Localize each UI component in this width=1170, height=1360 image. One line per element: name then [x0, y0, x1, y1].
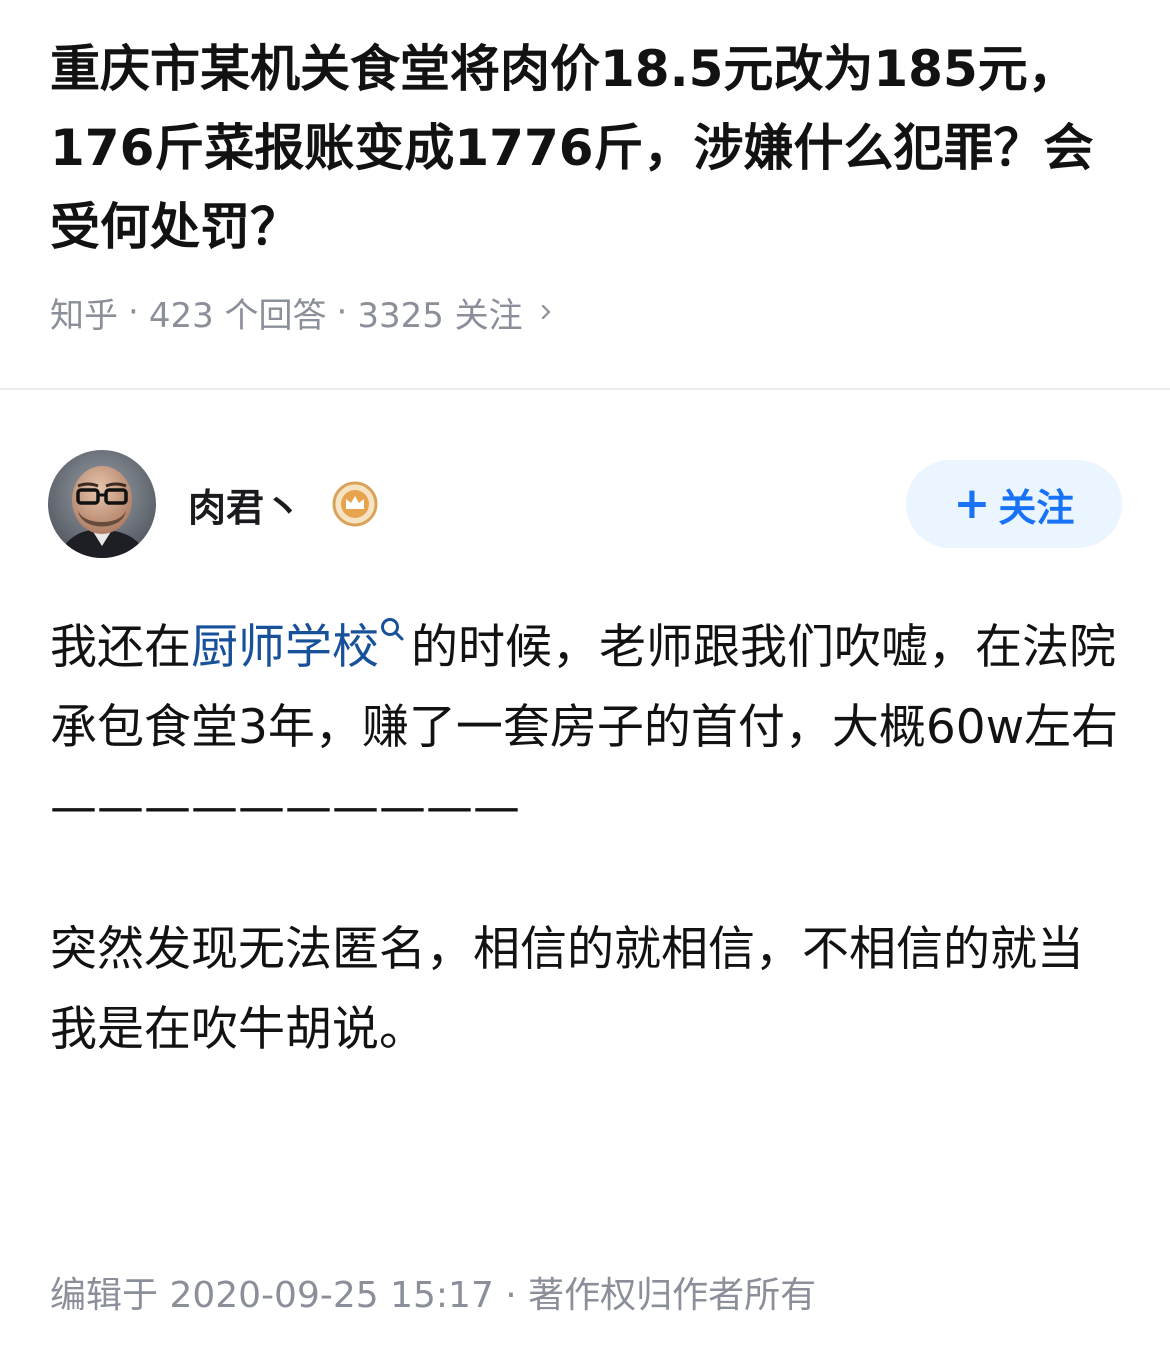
meta-separator: ·: [128, 292, 139, 332]
question-header: 重庆市某机关食堂将肉价18.5元改为185元，176斤菜报账变成1776斤，涉嫌…: [0, 0, 1170, 388]
answer-paragraph: 突然发现无法匿名，相信的就相信，不相信的就当我是在吹牛胡说。: [50, 922, 1084, 1057]
source-label: 知乎: [50, 295, 118, 336]
search-icon[interactable]: [379, 616, 405, 642]
chevron-right-icon: [541, 305, 550, 319]
avatar-man-glasses-icon: [48, 450, 156, 558]
author-row: 肉君丶 + 关注: [48, 448, 1122, 560]
author-avatar[interactable]: [48, 450, 156, 558]
edit-info: 编辑于 2020-09-25 15:17 · 著作权归作者所有: [50, 1275, 817, 1316]
answer-paragraph: 我还在厨师学校 的时候，老师跟我们吹嘘，在法院承包食堂3年，赚了一套房子的首付，大…: [50, 608, 1125, 768]
question-meta: 知乎 · 423 个回答 · 3325 关注: [50, 287, 1120, 337]
answer-content: 我还在厨师学校 的时候，老师跟我们吹嘘，在法院承包食堂3年，赚了一套房子的首付，大…: [50, 608, 1125, 1070]
author-name[interactable]: 肉君丶: [188, 477, 302, 532]
follow-label: 关注: [998, 485, 1075, 530]
follower-count: 3325 关注: [357, 295, 523, 336]
question-title[interactable]: 重庆市某机关食堂将肉价18.5元改为185元，176斤菜报账变成1776斤，涉嫌…: [50, 30, 1110, 267]
follow-button[interactable]: + 关注: [906, 460, 1122, 548]
horizontal-rule: ——————————: [50, 780, 520, 835]
answer-text: 我还在: [50, 620, 191, 675]
plus-icon: +: [953, 478, 991, 529]
answer-count: 423 个回答: [148, 295, 327, 336]
crown-badge-icon[interactable]: [332, 481, 378, 527]
question-meta-link[interactable]: 知乎 · 423 个回答 · 3325 关注: [50, 288, 553, 337]
section-divider: [0, 388, 1170, 390]
meta-separator: ·: [336, 292, 348, 332]
keyword-link[interactable]: 厨师学校: [191, 620, 379, 675]
